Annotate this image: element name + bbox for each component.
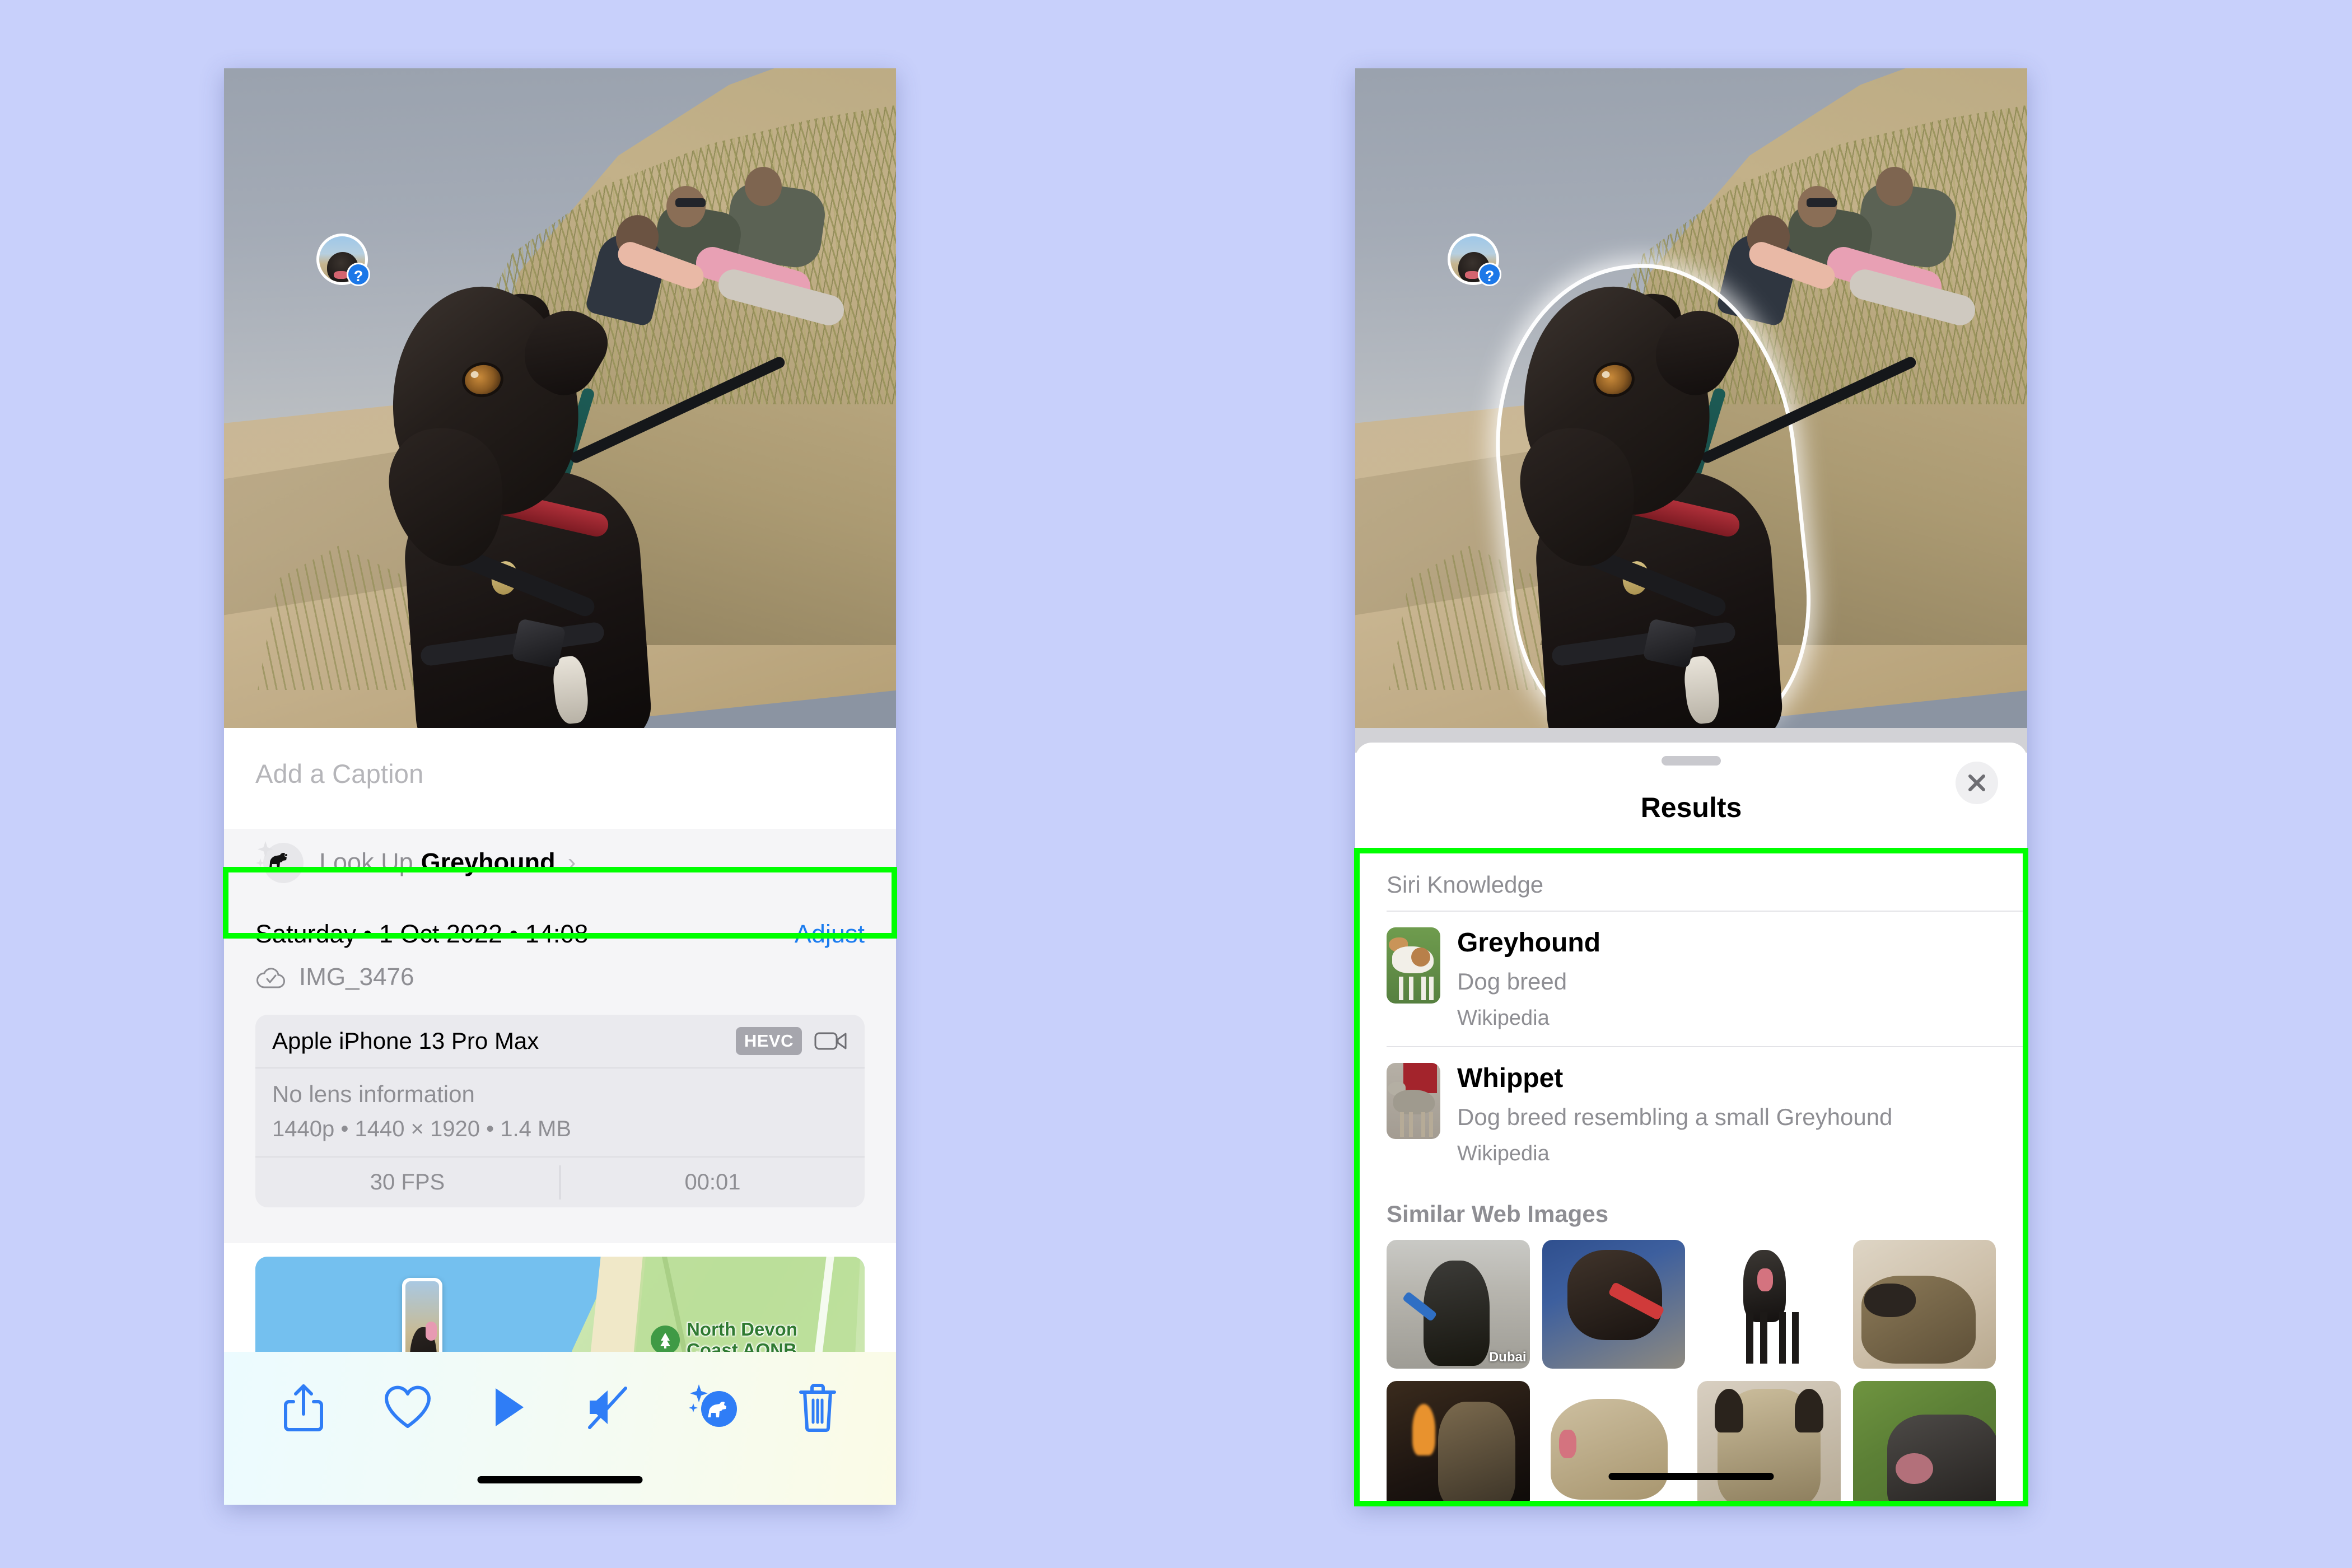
right-phone-screen: ? Results Siri Knowledge Greyhound Dog b… <box>1355 68 2027 1505</box>
video-camera-icon <box>814 1029 848 1053</box>
look-up-row[interactable]: Look Up Greyhound › <box>224 829 896 896</box>
trash-icon[interactable] <box>797 1382 838 1432</box>
adjust-button[interactable]: Adjust <box>795 920 865 949</box>
share-icon[interactable] <box>282 1382 325 1433</box>
home-indicator[interactable] <box>477 1476 643 1483</box>
look-up-prefix: Look Up <box>319 848 413 876</box>
close-icon <box>1965 771 1989 795</box>
results-content[interactable]: Siri Knowledge Greyhound Dog breed Wikip… <box>1355 852 2027 1505</box>
table-row[interactable]: Whippet Dog breed resembling a small Gre… <box>1355 1047 2027 1182</box>
capture-date: Saturday • 1 Oct 2022 • 14:08 <box>255 920 589 948</box>
result-title: Whippet <box>1457 1063 1564 1093</box>
siri-knowledge-heading: Siri Knowledge <box>1387 871 1544 898</box>
photo-viewer-right[interactable]: ? <box>1355 68 2027 728</box>
photo-greyhound <box>1355 68 2027 728</box>
close-button[interactable] <box>1956 762 1998 804</box>
list-item[interactable] <box>1697 1381 1841 1505</box>
filename-row: IMG_3476 <box>255 963 865 991</box>
similar-web-images-heading: Similar Web Images <box>1387 1201 1609 1227</box>
photo-metadata-panel: Saturday • 1 Oct 2022 • 14:08 Adjust IMG… <box>224 896 896 1243</box>
duration-value: 00:01 <box>684 1170 741 1194</box>
list-item[interactable] <box>1852 1381 1996 1505</box>
play-icon[interactable] <box>490 1385 527 1430</box>
fps-value: 30 FPS <box>370 1170 445 1194</box>
results-sheet: Results Siri Knowledge Greyhound Dog bre… <box>1355 743 2027 1505</box>
list-item[interactable] <box>1542 1240 1685 1369</box>
result-source: Wikipedia <box>1457 1142 1550 1165</box>
caption-field-row[interactable]: Add a Caption <box>224 728 896 829</box>
list-item[interactable] <box>1697 1240 1841 1369</box>
photo-greyhound <box>224 68 896 728</box>
look-up-subject: Greyhound <box>421 848 556 876</box>
national-park-tree-icon <box>651 1325 680 1355</box>
thumbnail-caption: Dubai <box>1488 1350 1527 1365</box>
photo-leash-strap <box>568 355 787 465</box>
chevron-right-icon[interactable]: › <box>568 848 576 876</box>
device-model: Apple iPhone 13 Pro Max <box>272 1028 539 1054</box>
list-item[interactable] <box>1542 1381 1685 1505</box>
sheet-grabber[interactable] <box>1662 756 1721 766</box>
result-subtitle: Dog breed resembling a small Greyhound <box>1457 1104 1893 1130</box>
visual-look-up-dog-icon[interactable] <box>688 1383 739 1431</box>
list-item[interactable] <box>1387 1381 1530 1505</box>
caption-placeholder[interactable]: Add a Caption <box>255 758 865 789</box>
bottom-toolbar <box>224 1352 896 1505</box>
sheet-header: Results <box>1355 774 2027 841</box>
result-thumbnail <box>1387 927 1440 1004</box>
device-card-header: Apple iPhone 13 Pro Max HEVC <box>255 1015 865 1068</box>
table-row[interactable]: Greyhound Dog breed Wikipedia <box>1355 912 2027 1046</box>
codec-badge: HEVC <box>735 1027 802 1055</box>
pet-face-avatar[interactable]: ? <box>1448 234 1501 286</box>
similar-web-images-grid[interactable]: Dubai <box>1355 1233 2027 1505</box>
filename-text: IMG_3476 <box>299 963 414 991</box>
sheet-title: Results <box>1640 792 1742 823</box>
speaker-mute-icon[interactable] <box>585 1384 630 1431</box>
device-info-card[interactable]: Apple iPhone 13 Pro Max HEVC No lens inf… <box>255 1015 865 1207</box>
left-phone-screen: ? Add a Caption Look Up Greyhound › Satu… <box>224 68 896 1505</box>
look-up-label-group: Look Up Greyhound › <box>319 848 576 877</box>
visual-look-up-badge-icon[interactable]: ? <box>1478 263 1501 286</box>
device-card-body: No lens information 1440p • 1440 × 1920 … <box>255 1068 865 1156</box>
visual-look-up-badge-icon[interactable]: ? <box>347 263 370 286</box>
photo-leash-strap <box>1700 355 1918 465</box>
list-item[interactable] <box>1852 1240 1996 1369</box>
home-indicator[interactable] <box>1608 1473 1774 1480</box>
resolution-info: 1440p • 1440 × 1920 • 1.4 MB <box>272 1117 571 1141</box>
metadata-header-row: Saturday • 1 Oct 2022 • 14:08 Adjust <box>255 896 865 949</box>
icloud-check-icon <box>255 965 287 990</box>
dog-sparkle-icon <box>255 838 304 886</box>
screenshot-canvas: ? Add a Caption Look Up Greyhound › Satu… <box>0 0 2352 1568</box>
heart-icon[interactable] <box>383 1384 432 1431</box>
result-title: Greyhound <box>1457 928 1601 958</box>
lens-info: No lens information <box>272 1081 475 1107</box>
result-source: Wikipedia <box>1457 1006 1550 1030</box>
result-subtitle: Dog breed <box>1457 968 1567 995</box>
pet-face-avatar[interactable]: ? <box>316 234 370 286</box>
result-thumbnail <box>1387 1063 1440 1139</box>
list-item[interactable]: Dubai <box>1387 1240 1530 1369</box>
photo-viewer-left[interactable]: ? <box>224 68 896 728</box>
device-card-footer: 30 FPS 00:01 <box>255 1156 865 1207</box>
